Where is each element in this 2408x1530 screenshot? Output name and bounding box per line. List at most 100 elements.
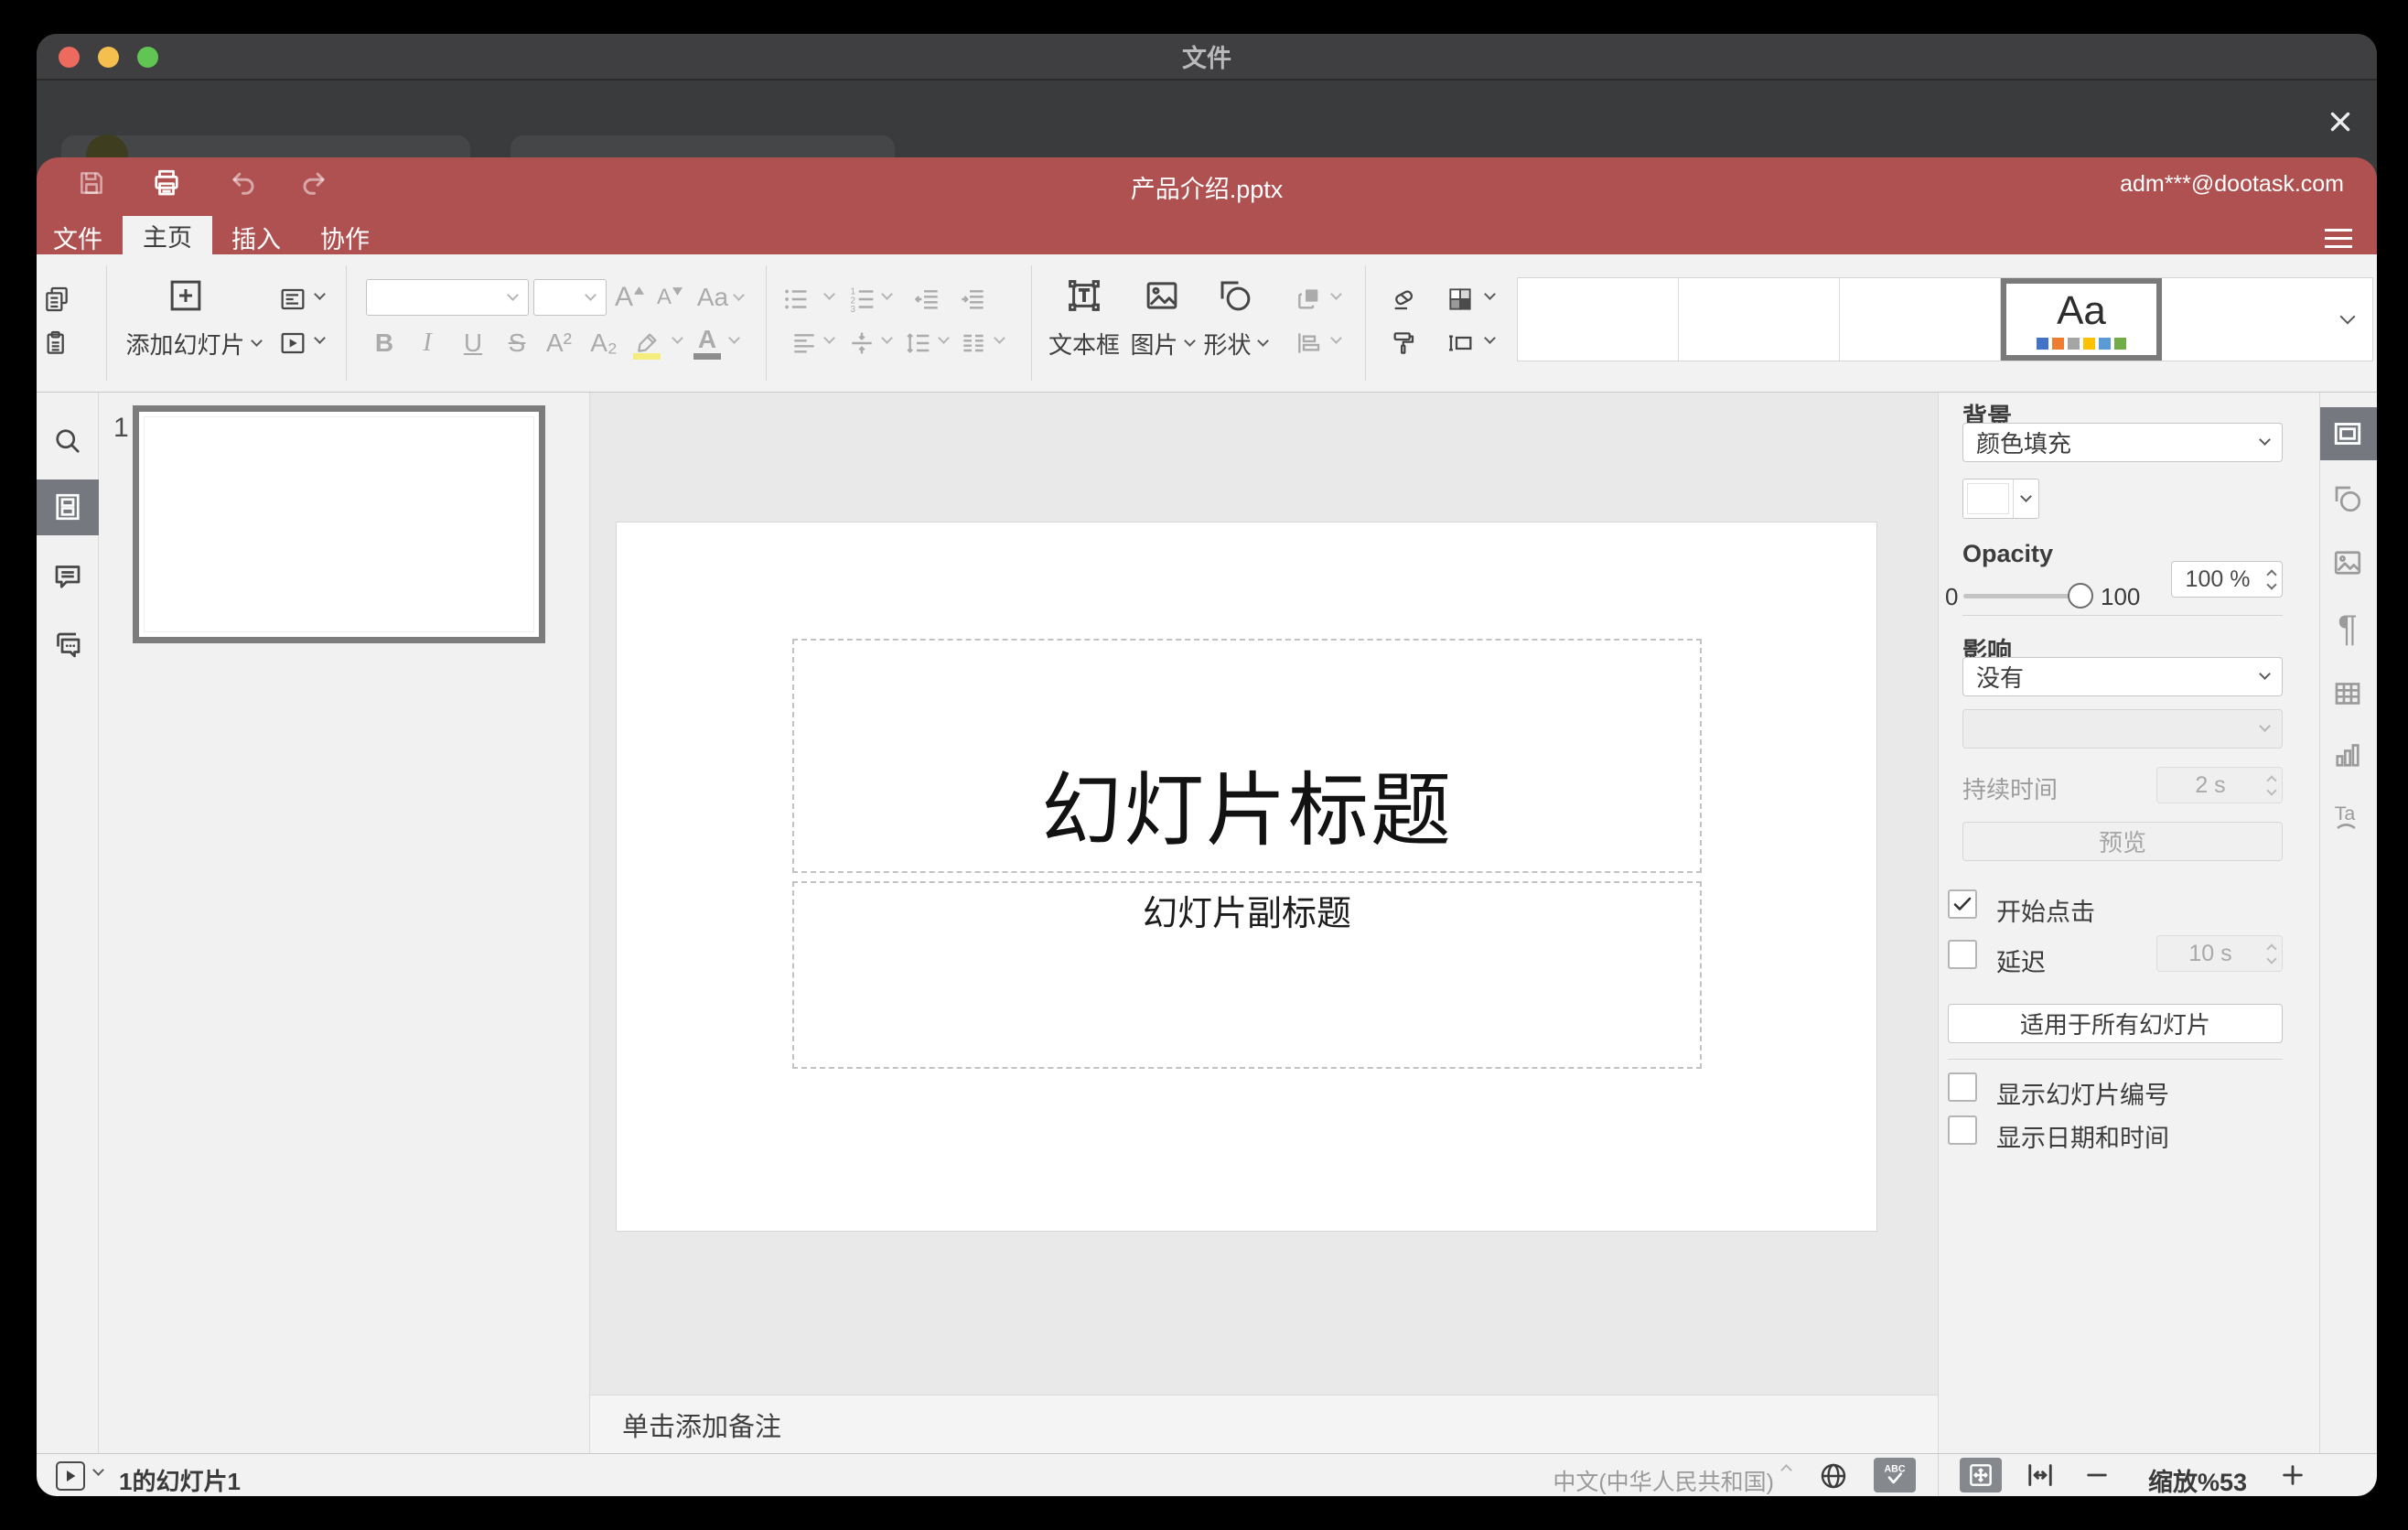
- decrease-indent-icon[interactable]: [911, 283, 944, 316]
- background-fill-select[interactable]: 颜色填充: [1962, 423, 2283, 462]
- spellcheck-toggle[interactable]: ABC: [1874, 1458, 1916, 1492]
- search-icon[interactable]: [49, 423, 86, 459]
- copy-style-icon[interactable]: [1387, 327, 1420, 360]
- textart-settings-icon[interactable]: Ta: [2329, 799, 2366, 835]
- columns-icon[interactable]: [957, 327, 990, 360]
- paragraph-settings-icon[interactable]: ¶: [2329, 609, 2366, 649]
- highlight-color-icon[interactable]: [627, 324, 667, 362]
- delay-input[interactable]: 10 s: [2156, 935, 2283, 972]
- clear-style-icon[interactable]: [1387, 283, 1420, 316]
- increase-font-button[interactable]: A: [611, 279, 648, 316]
- horizontal-align-icon[interactable]: [788, 327, 821, 360]
- delay-checkbox[interactable]: [1948, 940, 1977, 969]
- zoom-in-button[interactable]: [2274, 1460, 2311, 1490]
- opacity-slider-handle[interactable]: [2068, 583, 2093, 609]
- theme-option[interactable]: [1518, 278, 1679, 361]
- shape-button[interactable]: 形状: [1180, 329, 1290, 359]
- highlight-color-chevron[interactable]: [672, 332, 683, 344]
- delay-spinner[interactable]: [2266, 936, 2277, 971]
- slide-page[interactable]: 幻灯片标题 幻灯片副标题: [616, 522, 1877, 1232]
- duration-spinner[interactable]: [2266, 768, 2277, 803]
- start-on-click-checkbox[interactable]: [1948, 889, 1977, 919]
- minimize-traffic-light[interactable]: [98, 47, 119, 68]
- italic-button[interactable]: I: [411, 327, 444, 360]
- shape-icon[interactable]: [1215, 275, 1255, 317]
- horizontal-align-chevron[interactable]: [823, 332, 835, 344]
- change-case-button[interactable]: Aa: [693, 279, 747, 316]
- add-slide-button[interactable]: 添加幻灯片: [124, 329, 263, 359]
- bold-button[interactable]: B: [368, 327, 401, 360]
- show-date-time-checkbox[interactable]: [1948, 1115, 1977, 1145]
- font-color-icon[interactable]: A: [689, 324, 726, 362]
- fit-slide-toggle[interactable]: [1960, 1458, 2002, 1492]
- theme-gallery-expand-chevron[interactable]: [2323, 278, 2372, 361]
- language-label[interactable]: 中文(中华人民共和国): [1537, 1464, 1774, 1496]
- language-caret-icon[interactable]: [1780, 1464, 1792, 1476]
- slide-thumbnail[interactable]: [133, 405, 545, 643]
- notes-area[interactable]: 单击添加备注: [590, 1395, 1938, 1453]
- effect-type-select[interactable]: [1962, 709, 2283, 749]
- start-slideshow-button[interactable]: [56, 1461, 85, 1491]
- theme-option[interactable]: [1840, 278, 2001, 361]
- superscript-button[interactable]: A²: [539, 327, 579, 360]
- align-shapes-icon[interactable]: [1293, 327, 1326, 360]
- opacity-input[interactable]: 100 %: [2171, 561, 2283, 598]
- duration-input[interactable]: 2 s: [2156, 767, 2283, 803]
- columns-chevron[interactable]: [994, 332, 1005, 344]
- comments-icon[interactable]: [49, 558, 86, 595]
- font-size-select[interactable]: [533, 279, 607, 316]
- image-settings-icon[interactable]: [2329, 544, 2366, 581]
- opacity-spinner[interactable]: [2266, 562, 2277, 597]
- close-traffic-light[interactable]: [59, 47, 80, 68]
- decrease-font-button[interactable]: A: [651, 279, 688, 316]
- tab-file[interactable]: 文件: [46, 221, 110, 254]
- image-icon[interactable]: [1142, 275, 1182, 317]
- font-color-chevron[interactable]: [728, 332, 740, 344]
- slide-settings-icon[interactable]: [2329, 415, 2366, 452]
- chart-settings-icon[interactable]: [2329, 737, 2366, 773]
- shape-settings-icon[interactable]: [2329, 480, 2366, 517]
- tab-home[interactable]: 主页: [123, 216, 212, 254]
- underline-button[interactable]: U: [457, 327, 489, 360]
- slideshow-mode-chevron[interactable]: [92, 1464, 104, 1476]
- apply-to-all-slides-button[interactable]: 适用于所有幻灯片: [1948, 1004, 2283, 1043]
- preview-button[interactable]: 预览: [1962, 822, 2283, 861]
- textbox-icon[interactable]: [1064, 275, 1104, 317]
- subscript-button[interactable]: A₂: [584, 327, 624, 360]
- menu-icon[interactable]: [2318, 224, 2359, 252]
- slide-layout-icon[interactable]: [276, 283, 309, 316]
- line-spacing-icon[interactable]: [902, 327, 935, 360]
- fit-width-button[interactable]: [2020, 1459, 2060, 1492]
- arrange-icon[interactable]: [1293, 283, 1326, 316]
- document-language-icon[interactable]: [1815, 1458, 1852, 1494]
- close-icon[interactable]: [2317, 98, 2364, 145]
- bullets-chevron[interactable]: [823, 288, 835, 300]
- start-slideshow-icon[interactable]: [276, 327, 309, 360]
- vertical-align-icon[interactable]: [845, 327, 878, 360]
- strikeout-button[interactable]: S: [500, 327, 533, 360]
- background-color-picker[interactable]: [1962, 479, 2039, 519]
- chat-icon[interactable]: [49, 627, 86, 663]
- add-slide-icon[interactable]: [166, 275, 206, 316]
- increase-indent-icon[interactable]: [957, 283, 990, 316]
- slide-title-placeholder[interactable]: 幻灯片标题: [792, 639, 1702, 873]
- table-settings-icon[interactable]: [2329, 675, 2366, 712]
- tab-collaboration[interactable]: 协作: [313, 221, 377, 254]
- arrange-chevron[interactable]: [1330, 288, 1342, 300]
- zoom-out-button[interactable]: [2079, 1460, 2115, 1490]
- slideshow-chevron[interactable]: [314, 332, 326, 344]
- show-slide-number-checkbox[interactable]: [1948, 1072, 1977, 1102]
- numbering-chevron[interactable]: [881, 288, 893, 300]
- effect-select[interactable]: 没有: [1962, 657, 2283, 696]
- slide-size-chevron[interactable]: [1484, 332, 1496, 344]
- theme-option[interactable]: [2162, 278, 2323, 361]
- slide-size-icon[interactable]: [1444, 327, 1477, 360]
- opacity-slider-track[interactable]: [1963, 594, 2080, 598]
- tab-insert[interactable]: 插入: [224, 221, 288, 254]
- theme-option[interactable]: [1679, 278, 1840, 361]
- slides-panel-icon[interactable]: [49, 489, 86, 525]
- paste-button[interactable]: [40, 327, 73, 360]
- font-name-select[interactable]: [366, 279, 529, 316]
- color-picker-chevron[interactable]: [2013, 479, 2038, 518]
- slide-layout-chevron[interactable]: [314, 288, 326, 300]
